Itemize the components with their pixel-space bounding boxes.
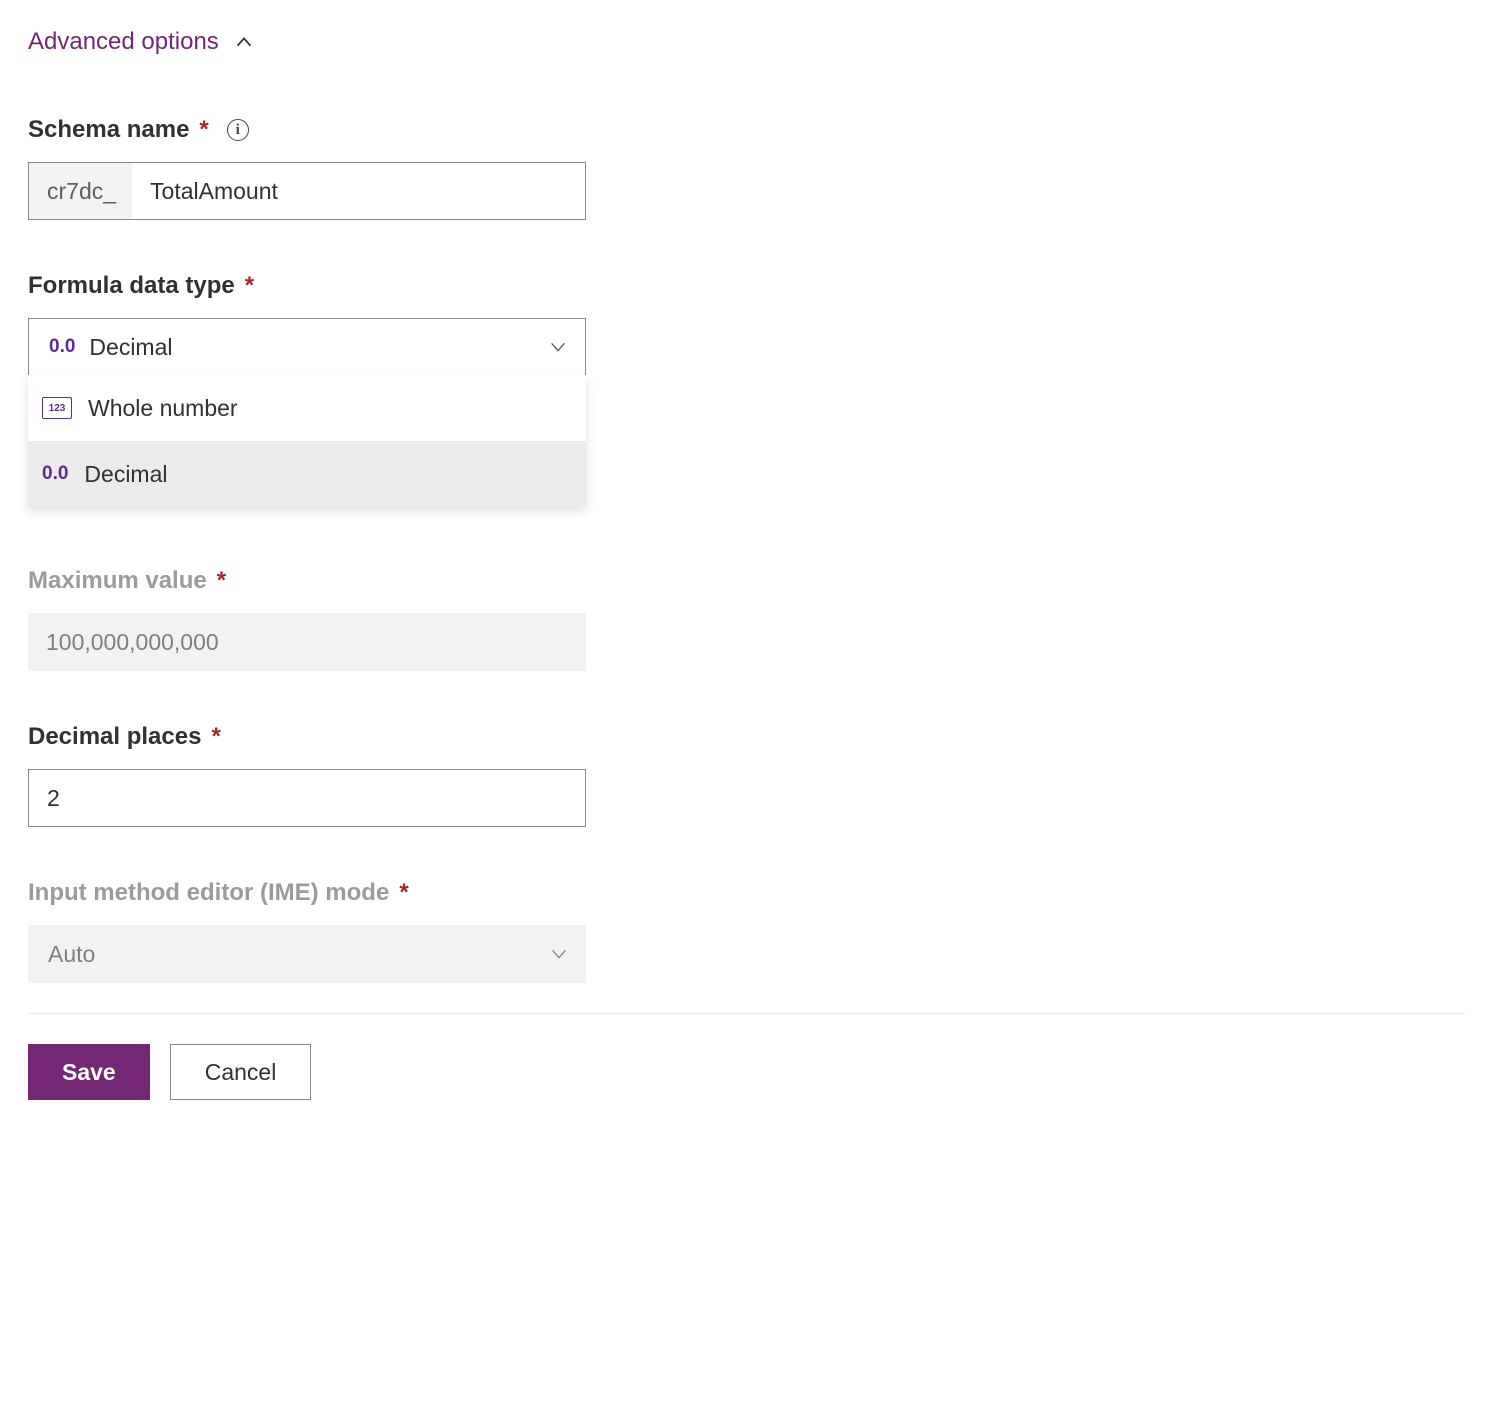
required-marker: *	[217, 567, 226, 595]
ime-mode-value: Auto	[48, 941, 534, 968]
dropdown-option-whole-number[interactable]: 123 Whole number	[28, 375, 586, 441]
maximum-value-label-text: Maximum value	[28, 567, 207, 595]
required-marker: *	[199, 116, 208, 144]
maximum-value-field: Maximum value *	[28, 567, 588, 671]
maximum-value-input	[28, 613, 586, 671]
chevron-down-icon	[547, 336, 569, 358]
schema-prefix: cr7dc_	[29, 163, 132, 219]
dropdown-option-label: Decimal	[84, 461, 167, 488]
footer: Save Cancel	[28, 1013, 1466, 1100]
decimal-places-field: Decimal places *	[28, 723, 588, 827]
formula-data-type-value: Decimal	[89, 334, 533, 361]
schema-name-label-text: Schema name	[28, 116, 189, 144]
schema-name-input-group: cr7dc_	[28, 162, 586, 220]
formula-data-type-field: Formula data type * 0.0 Decimal 123 Whol…	[28, 272, 588, 507]
info-icon[interactable]: i	[227, 119, 249, 141]
required-marker: *	[245, 272, 254, 300]
formula-data-type-select[interactable]: 0.0 Decimal	[28, 318, 586, 376]
chevron-down-icon	[548, 943, 570, 965]
schema-name-input[interactable]	[132, 163, 585, 219]
maximum-value-label: Maximum value *	[28, 567, 588, 595]
save-button[interactable]: Save	[28, 1044, 150, 1100]
formula-data-type-label: Formula data type *	[28, 272, 588, 300]
formula-data-type-dropdown: 123 Whole number 0.0 Decimal	[28, 375, 586, 507]
cancel-button[interactable]: Cancel	[170, 1044, 312, 1100]
formula-data-type-label-text: Formula data type	[28, 272, 235, 300]
ime-mode-field: Input method editor (IME) mode * Auto	[28, 879, 588, 983]
dropdown-option-decimal[interactable]: 0.0 Decimal	[28, 441, 586, 507]
required-marker: *	[399, 879, 408, 907]
decimal-places-label: Decimal places *	[28, 723, 588, 751]
decimal-icon: 0.0	[49, 336, 75, 358]
whole-number-icon: 123	[42, 397, 72, 419]
schema-name-label: Schema name * i	[28, 116, 588, 144]
dropdown-option-label: Whole number	[88, 395, 238, 422]
advanced-options-toggle[interactable]: Advanced options	[28, 28, 255, 56]
required-marker: *	[211, 723, 220, 751]
ime-mode-label: Input method editor (IME) mode *	[28, 879, 588, 907]
ime-mode-select: Auto	[28, 925, 586, 983]
ime-mode-label-text: Input method editor (IME) mode	[28, 879, 389, 907]
chevron-up-icon	[233, 31, 255, 53]
decimal-places-input[interactable]	[28, 769, 586, 827]
advanced-options-label: Advanced options	[28, 28, 219, 56]
decimal-icon: 0.0	[42, 463, 68, 485]
decimal-places-label-text: Decimal places	[28, 723, 201, 751]
schema-name-field: Schema name * i cr7dc_	[28, 116, 588, 220]
